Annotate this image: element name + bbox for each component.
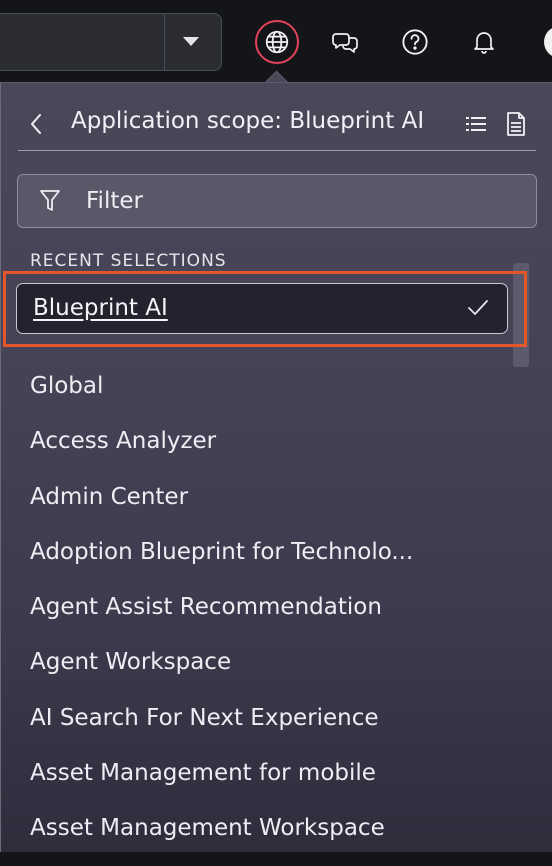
avatar[interactable] bbox=[544, 26, 552, 58]
help-icon bbox=[402, 29, 428, 55]
scope-picker-button[interactable] bbox=[255, 20, 299, 64]
list-item[interactable]: Adoption Blueprint for Technolo... bbox=[30, 534, 413, 589]
top-select-dropdown[interactable] bbox=[0, 13, 222, 71]
list-view-button[interactable] bbox=[464, 112, 488, 136]
filter-field[interactable] bbox=[17, 174, 537, 228]
select-divider bbox=[164, 14, 165, 70]
list-item[interactable]: Asset Management Workspace bbox=[30, 810, 413, 865]
chat-button[interactable] bbox=[324, 20, 368, 64]
selection-highlight-outline bbox=[3, 271, 527, 347]
panel-header: Application scope: Blueprint AI bbox=[18, 98, 536, 151]
list-item[interactable]: Asset Management for mobile bbox=[30, 755, 413, 810]
back-button[interactable] bbox=[24, 108, 48, 140]
list-item[interactable]: Agent Assist Recommendation bbox=[30, 589, 413, 644]
list-item[interactable]: Access Analyzer bbox=[30, 423, 413, 478]
globe-icon bbox=[265, 30, 289, 54]
filter-input[interactable] bbox=[86, 185, 506, 217]
list-item[interactable]: Admin Center bbox=[30, 479, 413, 534]
list-icon bbox=[466, 117, 486, 131]
chevron-down-icon[interactable] bbox=[183, 37, 199, 46]
chat-icon bbox=[332, 33, 358, 53]
document-icon bbox=[507, 112, 525, 136]
chevron-left-icon bbox=[31, 114, 41, 134]
list-item[interactable]: AI Search For Next Experience bbox=[30, 700, 413, 755]
filter-icon bbox=[40, 190, 60, 211]
list-item[interactable]: Global bbox=[30, 368, 413, 423]
panel-title: Application scope: Blueprint AI bbox=[71, 108, 425, 134]
notifications-button[interactable] bbox=[462, 20, 506, 64]
document-button[interactable] bbox=[504, 110, 528, 138]
help-button[interactable] bbox=[393, 20, 437, 64]
application-scope-panel: Application scope: Blueprint AI Filter R… bbox=[0, 82, 552, 852]
bell-icon bbox=[474, 32, 494, 54]
list-item[interactable]: Agent Workspace bbox=[30, 644, 413, 699]
application-list: Global Access Analyzer Admin Center Adop… bbox=[30, 368, 413, 866]
recent-selections-label: RECENT SELECTIONS bbox=[30, 251, 227, 271]
